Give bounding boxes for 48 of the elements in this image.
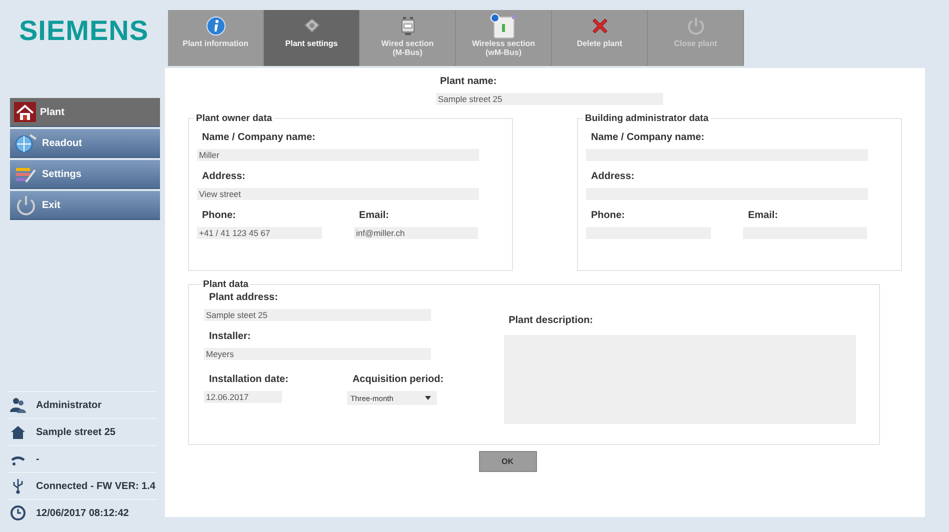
field-label: Email: xyxy=(748,210,780,221)
siemens-logo: SIEMENS xyxy=(18,14,149,48)
house-icon xyxy=(10,424,26,440)
field-label: Plant description: xyxy=(508,315,594,326)
status-text: Connected - FW VER: 1.4 xyxy=(36,480,156,492)
input-field[interactable]: Sample steet 25 xyxy=(204,309,431,321)
house-icon xyxy=(14,102,36,122)
field-label: Plant address: xyxy=(209,292,279,303)
status-text: Sample street 25 xyxy=(36,426,116,438)
input-field[interactable]: inf@miller.ch xyxy=(354,227,478,239)
sidebar-item[interactable]: Settings xyxy=(10,160,160,189)
power-icon xyxy=(14,194,38,216)
sidebar-item[interactable]: Plant xyxy=(10,98,160,127)
status-text: Administrator xyxy=(36,400,102,410)
power-icon xyxy=(686,16,706,36)
input-field[interactable]: +41 / 41 123 45 67 xyxy=(197,227,322,239)
group-title: Building administrator data xyxy=(584,113,710,124)
field-label: Plant name: xyxy=(440,76,498,87)
clock-icon xyxy=(10,505,26,521)
status-text: 12/06/2017 08:12:42 xyxy=(36,508,129,518)
field-label: Name / Company name: xyxy=(202,132,316,143)
field-label: Installer: xyxy=(209,331,252,342)
usb-icon xyxy=(12,478,24,494)
input-field[interactable]: 12.06.2017 xyxy=(204,391,282,403)
field-label: Address: xyxy=(202,171,246,182)
group-title: Plant owner data xyxy=(195,113,274,124)
field-label: Address: xyxy=(591,171,636,182)
users-icon xyxy=(10,397,26,413)
input-field[interactable]: View street xyxy=(197,188,479,200)
input-field[interactable]: Sample street 25 xyxy=(436,93,663,105)
field-label: Installation date: xyxy=(209,374,288,385)
input-field[interactable]: Meyers xyxy=(204,348,431,360)
meter-icon xyxy=(398,16,416,36)
field-label: Email: xyxy=(359,210,390,221)
globe-icon xyxy=(14,133,38,153)
group-title: Plant data xyxy=(202,279,250,290)
info-icon xyxy=(206,16,226,36)
ok-button[interactable]: OK xyxy=(478,451,536,472)
field-label: Acquisition period: xyxy=(352,374,444,385)
sidebar-item[interactable]: Exit xyxy=(10,191,160,220)
status-text: - xyxy=(36,454,40,464)
field-label: Phone: xyxy=(591,210,626,221)
input-field[interactable]: Miller xyxy=(197,149,479,161)
toolbar-tab[interactable]: Plant settings xyxy=(264,10,360,66)
sidebar-item[interactable]: Readout xyxy=(10,129,160,158)
dropdown-arrow-icon xyxy=(425,396,432,400)
field-label: Phone: xyxy=(202,210,237,221)
field-label: Name / Company name: xyxy=(591,132,706,143)
